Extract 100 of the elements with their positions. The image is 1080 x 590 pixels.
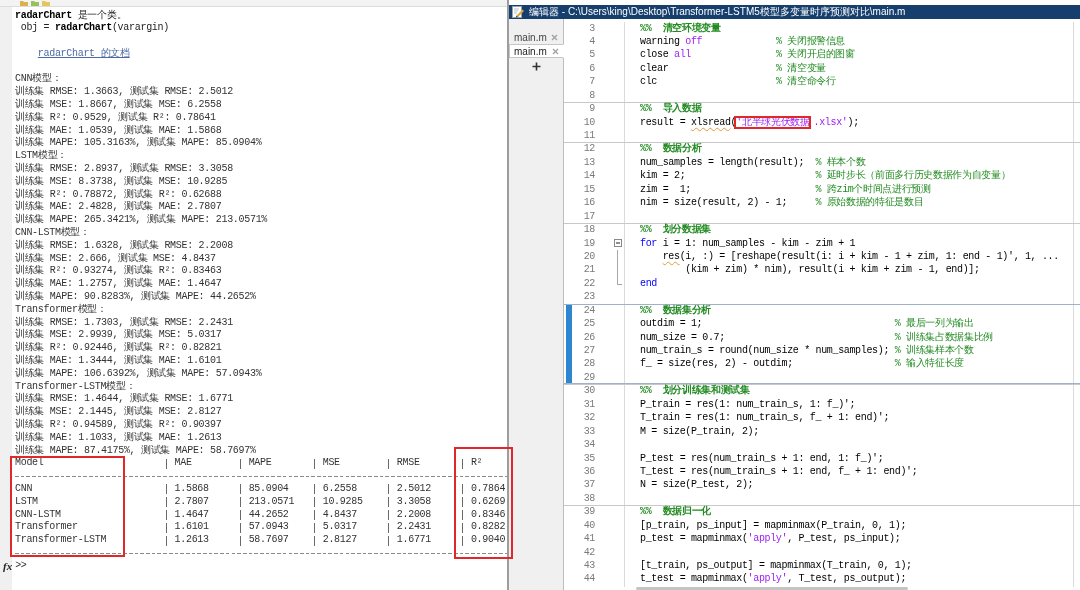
line-number: 20 [583,250,595,262]
line-number: 34 [583,439,595,451]
code-line: zim = 1; % 跨zim个时间点进行预测 [640,183,931,195]
metric-line: 训练集 RMSE: 1.4644, 测试集 RMSE: 1.6771 [15,393,233,405]
section-comment: %% 数据集分析 [640,304,711,316]
metric-line: 训练集 MAPE: 87.4175%, 测试集 MAPE: 58.7697% [15,444,256,458]
line-number: 41 [583,533,595,545]
model-name: LSTM [15,495,38,509]
code-line: (kim + zim) * nim), result(i + kim + zim - 1, end)]; [684,264,980,276]
metric-line: 训练集 MAPE: 105.3163%, 测试集 MAPE: 85.0904% [15,137,262,150]
model-name: Transformer [15,521,78,534]
line-number: 16 [583,197,595,209]
table-cell: 213.0571 [248,495,295,509]
metric-line: 训练集 MAPE: 265.3421%, 测试集 MAPE: 213.0571% [15,214,268,227]
line-number: 24 [583,304,595,316]
line-number: 6 [589,62,595,74]
metric-line: 训练集 MAE: 2.4828, 测试集 MAE: 2.7807 [15,201,222,213]
metric-line: 训练集 R²: 0.93274, 测试集 R²: 0.83463 [15,265,222,277]
documentation-link[interactable]: radarChart 的文档 [37,47,130,59]
table-cell: 1.5868 [174,483,209,496]
table-cell: 2.2431 [396,521,432,535]
line-number: 4 [589,35,595,47]
code-line: num_size = 0.7; % 训练集占数据集比例 [640,331,993,343]
metric-line: 训练集 R²: 0.9529, 测试集 R²: 0.78641 [15,111,216,124]
line-number: 19 [583,237,595,249]
metric-line: 训练集 MAPE: 106.6392%, 测试集 MAPE: 57.0943% [15,367,262,381]
table-cell: 1.6771 [396,534,432,547]
collapse-icon[interactable] [613,239,622,248]
section-comment: %% 导入数据 [640,103,702,115]
line-number: 44 [583,573,595,585]
model-heading: CNN-LSTM模型： [15,227,90,239]
line-number: 18 [583,224,595,236]
line-number: 22 [583,277,595,289]
table-cell: 4.8437 [322,508,357,522]
edit-icon [512,6,524,18]
code-line: P_test = res(num_train_s + 1: end, 1: f_)'; [640,452,884,464]
file-tab[interactable]: main.m [509,44,564,58]
metric-line: 训练集 RMSE: 2.8937, 测试集 RMSE: 3.3058 [15,163,233,175]
file-tab[interactable]: main.m [509,30,563,44]
code-line: num_samples = length(result); % 样本个数 [640,156,866,168]
table-cell: 85.0904 [248,483,289,496]
metric-line: 训练集 RMSE: 1.6328, 测试集 RMSE: 2.2008 [15,239,233,252]
column-header: R² [470,457,483,471]
model-name: Transformer-LSTM [15,534,107,547]
command-prompt[interactable]: >> [15,559,27,573]
table-cell: 3.3058 [396,495,432,509]
line-number: 13 [583,156,595,168]
code-line: T_test = res(num_train_s + 1: end, f_ + 1: end)'; [640,465,918,477]
metric-line: 训练集 MSE: 2.1445, 测试集 MSE: 2.8127 [15,406,222,418]
code-line: for i = 1: num_samples - kim - zim + 1 [640,237,856,249]
line-number: 38 [583,492,595,504]
close-icon[interactable] [551,33,558,41]
code-line: warning off % 关闭报警信息 [640,35,846,47]
model-name: CNN-LSTM [15,508,61,521]
line-number: 29 [583,371,595,383]
code-line: [p_train, ps_input] = mapminmax(P_train, 0, 1); [640,519,907,531]
table-cell: 10.9285 [322,495,363,509]
plus-icon[interactable] [531,62,541,71]
function-browser-button[interactable]: fx [2,560,14,572]
close-icon[interactable] [552,47,559,55]
line-number: 17 [583,210,595,222]
code-line: M = size(P_train, 2); [640,425,759,437]
line-number: 11 [583,130,595,141]
line-number: 26 [583,331,595,343]
section-comment: %% 划分数据集 [640,224,711,236]
line-number: 15 [583,183,595,195]
code-line: f_ = size(res, 2) - outdim; % 输入特征长度 [640,358,965,370]
section-comment: %% 划分训练集和测试集 [640,385,750,397]
code-line: res(i, :) = [reshape(result(i: i + kim - 1 + zim, 1: end - 1)', 1, ... [661,250,1059,262]
table-cell: 5.0317 [322,521,357,535]
column-header: MSE [322,457,340,471]
section-comment: %% 清空环境变量 [640,22,721,34]
metric-line: 训练集 MAE: 1.1033, 测试集 MAE: 1.2613 [15,431,222,444]
line-number: 43 [583,560,595,571]
model-name: CNN [15,483,33,496]
line-number: 25 [583,318,595,330]
table-cell: 44.2652 [248,508,289,522]
table-cell: 58.7697 [248,534,289,547]
code-line: outdim = 1; % 最后一列为输出 [640,318,974,330]
code-line: clc % 清空命令行 [640,76,836,88]
scrollbar-thumb[interactable] [636,586,908,590]
help-signature: obj = radarChart(varargin) [20,22,169,36]
line-number: 8 [589,89,595,101]
table-cell: 2.5012 [396,483,432,496]
metric-line: 训练集 R²: 0.78872, 测试集 R²: 0.62688 [15,188,222,200]
metric-line: 训练集 MAE: 1.0539, 测试集 MAE: 1.5868 [15,124,222,136]
metric-line: 训练集 R²: 0.92446, 测试集 R²: 0.82821 [15,342,222,354]
table-cell: 1.4647 [174,508,209,522]
code-line: T_train = res(1: num_train_s, f_ + 1: end)'; [640,412,890,424]
metric-line: 训练集 RMSE: 1.3663, 测试集 RMSE: 2.5012 [15,86,233,98]
code-line: kim = 2; % 延时步长（前面多行历史数据作为自变量） [640,170,1011,182]
line-number: 32 [583,412,595,424]
line-number: 35 [583,452,595,464]
line-number: 27 [583,345,595,356]
table-cell: 1.2613 [174,534,209,547]
line-number: 37 [583,479,595,491]
model-heading: LSTM模型： [15,150,67,162]
column-header: MAPE [248,457,272,471]
metric-line: 训练集 RMSE: 1.7303, 测试集 RMSE: 2.2431 [15,316,233,328]
column-header: Model [15,457,44,471]
